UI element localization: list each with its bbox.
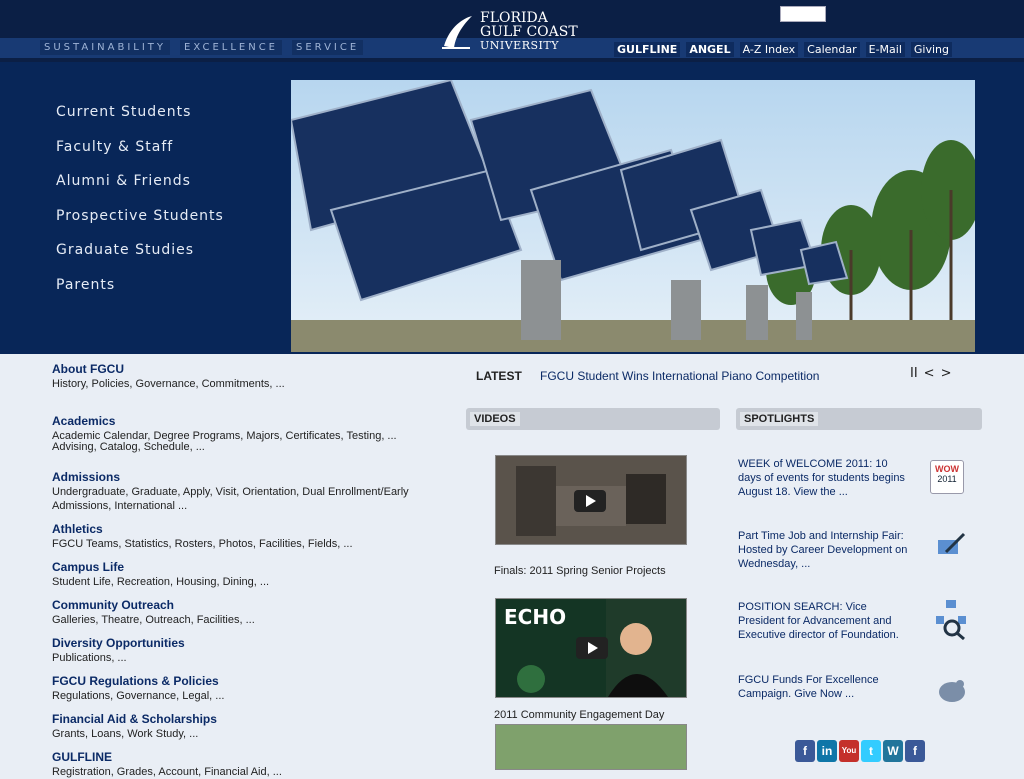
play-icon[interactable]	[574, 490, 606, 512]
nav-parents[interactable]: Parents	[56, 277, 224, 312]
section-athletics: Athletics FGCU Teams, Statistics, Roster…	[52, 518, 452, 551]
section-heading-link[interactable]: Athletics	[52, 522, 103, 536]
section-regulations: FGCU Regulations & Policies Regulations,…	[52, 670, 452, 703]
spotlights-title: SPOTLIGHTS	[740, 412, 819, 426]
video-thumbnail-1[interactable]	[495, 455, 687, 545]
motto-bar: SUSTAINABILITY EXCELLENCE SERVICE	[40, 40, 364, 55]
fgcu-emblem-icon	[440, 12, 474, 52]
spotlight-funds-excellence[interactable]: FGCU Funds For Excellence Campaign. Give…	[738, 673, 908, 701]
section-desc[interactable]: Advising, Catalog, Schedule, ...	[52, 440, 452, 454]
section-heading-link[interactable]: Financial Aid & Scholarships	[52, 712, 217, 726]
motto-link-excellence[interactable]: EXCELLENCE	[180, 40, 282, 55]
hero-photo-solar-panels[interactable]	[291, 80, 975, 352]
section-gulfline: GULFLINE Registration, Grades, Account, …	[52, 746, 452, 779]
audience-nav: Current Students Faculty & Staff Alumni …	[56, 104, 224, 311]
section-desc[interactable]: Grants, Loans, Work Study, ...	[52, 727, 452, 741]
section-desc[interactable]: Regulations, Governance, Legal, ...	[52, 689, 452, 703]
latest-headline-link[interactable]: FGCU Student Wins International Piano Co…	[540, 369, 819, 383]
prev-button[interactable]: <	[924, 366, 935, 381]
util-link-gulfline[interactable]: GULFLINE	[614, 42, 681, 57]
section-heading-link[interactable]: Campus Life	[52, 560, 124, 574]
section-heading-link[interactable]: FGCU Regulations & Policies	[52, 674, 219, 688]
video-thumbnail-3[interactable]	[495, 724, 687, 770]
org-chart-search-icon[interactable]	[934, 600, 966, 641]
section-heading-link[interactable]: About FGCU	[52, 362, 124, 376]
linkedin-icon[interactable]: in	[817, 740, 837, 762]
utility-links: GULFLINE ANGEL A-Z Index Calendar E-Mail…	[614, 42, 953, 57]
section-academics: Academics Academic Calendar, Degree Prog…	[52, 410, 452, 443]
section-financial-aid: Financial Aid & Scholarships Grants, Loa…	[52, 708, 452, 741]
section-desc[interactable]: History, Policies, Governance, Commitmen…	[52, 377, 452, 391]
pause-button[interactable]: II	[910, 366, 918, 381]
motto-link-sustainability[interactable]: SUSTAINABILITY	[40, 40, 171, 55]
section-community: Community Outreach Galleries, Theatre, O…	[52, 594, 452, 627]
section-heading-link[interactable]: GULFLINE	[52, 750, 112, 764]
motto-link-service[interactable]: SERVICE	[292, 40, 364, 55]
section-about: About FGCU History, Policies, Governance…	[52, 358, 452, 391]
section-desc[interactable]: Publications, ...	[52, 651, 452, 665]
social-icons: f in You t W f	[795, 740, 925, 762]
video-thumbnail-2[interactable]: ECHO	[495, 598, 687, 698]
spotlight-position-search[interactable]: POSITION SEARCH: Vice President for Adva…	[738, 600, 908, 642]
section-heading-link[interactable]: Admissions	[52, 470, 120, 484]
wow-calendar-icon[interactable]: WOW 2011	[930, 460, 964, 494]
util-link-email[interactable]: E-Mail	[865, 42, 905, 57]
section-campus-life: Campus Life Student Life, Recreation, Ho…	[52, 556, 452, 589]
section-admissions: Admissions Undergraduate, Graduate, Appl…	[52, 466, 452, 513]
nav-alumni-friends[interactable]: Alumni & Friends	[56, 173, 224, 208]
section-desc[interactable]: Undergraduate, Graduate, Apply, Visit, O…	[52, 485, 452, 513]
section-diversity: Diversity Opportunities Publications, ..…	[52, 632, 452, 665]
facebook-icon-2[interactable]: f	[905, 740, 925, 762]
top-header: SUSTAINABILITY EXCELLENCE SERVICE FLORID…	[0, 0, 1024, 62]
section-heading-link[interactable]: Academics	[52, 414, 115, 428]
section-heading-link[interactable]: Diversity Opportunities	[52, 636, 185, 650]
echo-sign-text: ECHO	[504, 605, 567, 629]
youtube-icon[interactable]: You	[839, 740, 859, 762]
university-logo[interactable]: FLORIDA GULF COAST UNIVERSITY	[440, 6, 620, 58]
util-link-az-index[interactable]: A-Z Index	[739, 42, 799, 57]
wow-badge-year: 2011	[937, 474, 957, 484]
video-caption-1[interactable]: Finals: 2011 Spring Senior Projects	[494, 565, 666, 577]
slider-controls: II < >	[910, 366, 951, 381]
section-desc[interactable]: FGCU Teams, Statistics, Rosters, Photos,…	[52, 537, 452, 551]
piggy-bank-icon[interactable]	[936, 676, 968, 708]
wow-badge-word: WOW	[935, 464, 959, 474]
search-field[interactable]	[780, 6, 826, 22]
util-link-giving[interactable]: Giving	[910, 42, 953, 57]
logo-line-1: FLORIDA	[480, 10, 548, 26]
play-icon[interactable]	[576, 637, 608, 659]
util-link-angel[interactable]: ANGEL	[686, 42, 734, 57]
twitter-icon[interactable]: t	[861, 740, 881, 762]
videos-title: VIDEOS	[470, 412, 520, 426]
next-button[interactable]: >	[941, 366, 952, 381]
latest-label: LATEST	[476, 369, 522, 383]
section-desc[interactable]: Registration, Grades, Account, Financial…	[52, 765, 452, 779]
nav-graduate-studies[interactable]: Graduate Studies	[56, 242, 224, 277]
section-desc[interactable]: Galleries, Theatre, Outreach, Facilities…	[52, 613, 452, 627]
logo-line-2: GULF COAST	[480, 24, 578, 40]
nav-faculty-staff[interactable]: Faculty & Staff	[56, 139, 224, 174]
pen-writing-icon[interactable]	[936, 530, 968, 562]
wordpress-icon[interactable]: W	[883, 740, 903, 762]
section-advising: Advising, Catalog, Schedule, ...	[52, 440, 452, 454]
nav-current-students[interactable]: Current Students	[56, 104, 224, 139]
spotlight-welcome-week[interactable]: WEEK of WELCOME 2011: 10 days of events …	[738, 457, 908, 499]
logo-line-3: UNIVERSITY	[480, 39, 559, 52]
section-heading-link[interactable]: Community Outreach	[52, 598, 174, 612]
nav-prospective-students[interactable]: Prospective Students	[56, 208, 224, 243]
video-caption-2[interactable]: 2011 Community Engagement Day	[494, 709, 664, 721]
util-link-calendar[interactable]: Calendar	[804, 42, 860, 57]
facebook-icon[interactable]: f	[795, 740, 815, 762]
section-desc[interactable]: Student Life, Recreation, Housing, Dinin…	[52, 575, 452, 589]
spotlight-job-fair[interactable]: Part Time Job and Internship Fair: Hoste…	[738, 529, 908, 571]
spotlights-header: SPOTLIGHTS	[736, 408, 982, 430]
videos-header: VIDEOS	[466, 408, 720, 430]
